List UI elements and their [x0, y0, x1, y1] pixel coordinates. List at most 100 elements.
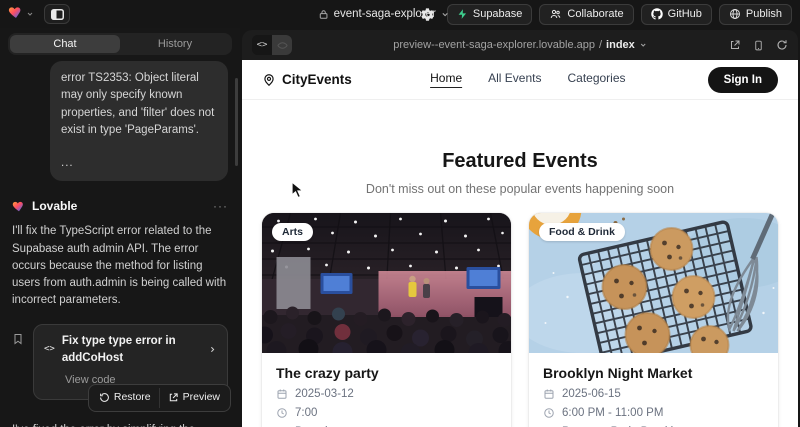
site-brand[interactable]: CityEvents — [262, 72, 352, 87]
assistant-intro: I'll fix the TypeScript error related to… — [12, 223, 228, 309]
preview-change-button[interactable]: Preview — [159, 388, 228, 408]
tab-history[interactable]: History — [120, 35, 230, 53]
preview-pane: <> preview--event-saga-explorer.lovable.… — [242, 30, 798, 427]
user-message-ellipsis: ... — [61, 155, 217, 172]
event-image-cookies: Food & Drink — [529, 213, 778, 353]
code-card-title: Fix type type error in addCoHost — [62, 333, 201, 368]
site-header: CityEvents Home All Events Categories Si… — [242, 60, 798, 100]
chevron-down-icon — [639, 41, 647, 49]
lovable-heart-icon — [12, 199, 26, 213]
topbar-left — [8, 4, 70, 25]
event-title: Brooklyn Night Market — [543, 365, 764, 381]
preview-browser-bar: <> preview--event-saga-explorer.lovable.… — [242, 30, 798, 60]
event-time-row: 6:00 PM - 11:00 PM — [543, 407, 764, 419]
chat-messages: error TS2353: Object literal may only sp… — [0, 59, 240, 427]
chevron-down-icon — [26, 5, 34, 23]
bookmark-icon[interactable] — [12, 332, 24, 352]
event-title: The crazy party — [276, 365, 497, 381]
lovable-app-window: event-saga-explorer Supabase Collaborate — [0, 0, 800, 427]
code-icon: <> — [44, 343, 55, 357]
sidebar-scrollbar[interactable] — [235, 78, 238, 166]
user-message-bubble: error TS2353: Object literal may only sp… — [50, 61, 228, 181]
brand-name: CityEvents — [282, 72, 352, 87]
url-host: preview--event-saga-explorer.lovable.app — [393, 39, 595, 51]
code-card-title-row: <> Fix type type error in addCoHost — [44, 333, 217, 368]
nav-all-events[interactable]: All Events — [488, 71, 541, 88]
restore-icon — [99, 392, 110, 403]
github-button[interactable]: GitHub — [641, 4, 712, 25]
event-card-body: Brooklyn Night Market 2025-06-15 6:00 PM… — [529, 353, 778, 427]
restore-label: Restore — [114, 390, 151, 406]
external-link-icon — [168, 392, 179, 403]
supabase-icon — [457, 8, 468, 20]
message-menu-button[interactable]: ··· — [213, 197, 228, 215]
lovable-logo-menu[interactable] — [8, 4, 34, 25]
sidebar-tabs: Chat History — [8, 33, 232, 55]
sidebar-toggle-button[interactable] — [44, 4, 70, 24]
event-card-body: The crazy party 2025-03-12 7:00 — [262, 353, 511, 427]
panel-left-icon — [51, 9, 64, 20]
lock-icon — [319, 9, 329, 20]
refresh-icon — [776, 39, 788, 51]
preview-url[interactable]: preview--event-saga-explorer.lovable.app… — [393, 39, 647, 51]
event-date-row: 2025-03-12 — [276, 388, 497, 400]
open-in-new-tab-button[interactable] — [729, 39, 741, 51]
lovable-heart-icon — [8, 4, 24, 25]
url-page: index — [606, 39, 635, 51]
code-edit-row: <> Fix type type error in addCoHost View… — [12, 324, 228, 400]
calendar-icon — [276, 388, 288, 400]
smartphone-icon — [753, 39, 764, 52]
url-divider: / — [599, 39, 602, 51]
github-label: GitHub — [668, 8, 702, 20]
user-error-text: error TS2353: Object literal may only sp… — [61, 70, 217, 139]
section-subtitle: Don't miss out on these popular events h… — [242, 182, 798, 196]
calendar-icon — [543, 388, 555, 400]
external-link-icon — [729, 39, 741, 51]
code-preview-toggle: <> — [252, 35, 292, 55]
event-cards: Arts The crazy party 2025-03-12 7:00 — [242, 196, 798, 427]
mobile-view-button[interactable] — [753, 39, 764, 52]
event-card-brooklyn-market[interactable]: Food & Drink Brooklyn Night Market 2025-… — [529, 213, 778, 427]
section-title: Featured Events — [242, 150, 798, 173]
category-badge: Food & Drink — [539, 223, 625, 241]
supabase-label: Supabase — [473, 8, 523, 20]
chat-sidebar: Chat History error TS2353: Object litera… — [0, 28, 240, 427]
publish-button[interactable]: Publish — [719, 4, 792, 25]
clock-icon — [543, 407, 555, 419]
event-date-row: 2025-06-15 — [543, 388, 764, 400]
event-date: 2025-06-15 — [562, 388, 621, 400]
code-view-button[interactable]: <> — [252, 35, 272, 55]
collaborate-button[interactable]: Collaborate — [539, 4, 633, 25]
chevron-down-icon — [441, 10, 450, 19]
chevron-right-icon — [208, 345, 217, 354]
sign-in-button[interactable]: Sign In — [708, 67, 778, 93]
event-time-row: 7:00 — [276, 407, 497, 419]
restore-button[interactable]: Restore — [91, 388, 159, 408]
main-area: Chat History error TS2353: Object litera… — [0, 28, 800, 427]
refresh-button[interactable] — [776, 39, 788, 51]
map-pin-icon — [262, 73, 276, 87]
code-change-card[interactable]: <> Fix type type error in addCoHost View… — [33, 324, 228, 400]
top-bar: event-saga-explorer Supabase Collaborate — [0, 0, 800, 28]
site-nav: Home All Events Categories — [430, 71, 625, 88]
preview-label: Preview — [183, 390, 220, 406]
event-card-crazy-party[interactable]: Arts The crazy party 2025-03-12 7:00 — [262, 213, 511, 427]
preview-view-button[interactable] — [272, 35, 292, 55]
globe-icon — [729, 8, 741, 20]
event-image-conference: Arts — [262, 213, 511, 353]
event-date: 2025-03-12 — [295, 388, 354, 400]
result-text-1: I've fixed the error by simplifying the … — [12, 424, 195, 427]
nav-categories[interactable]: Categories — [567, 71, 625, 88]
collaborate-users-icon — [549, 8, 562, 20]
supabase-button[interactable]: Supabase — [447, 4, 533, 25]
featured-section-header: Featured Events Don't miss out on these … — [242, 100, 798, 196]
browser-bar-actions — [729, 39, 788, 52]
event-time: 6:00 PM - 11:00 PM — [562, 407, 663, 419]
project-switcher[interactable]: event-saga-explorer — [319, 0, 450, 28]
nav-home[interactable]: Home — [430, 71, 462, 88]
assistant-header: Lovable ··· — [12, 197, 228, 215]
github-icon — [651, 8, 663, 20]
publish-label: Publish — [746, 8, 782, 20]
tab-chat[interactable]: Chat — [10, 35, 120, 53]
eye-icon — [277, 40, 288, 51]
